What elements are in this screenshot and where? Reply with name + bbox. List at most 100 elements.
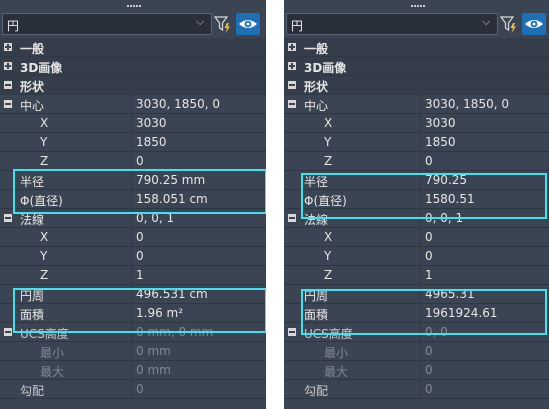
property-row[interactable]: Y0 bbox=[0, 247, 266, 266]
property-name: 中心 bbox=[304, 99, 329, 113]
property-name: 3D画像 bbox=[304, 61, 347, 75]
column-divider bbox=[0, 342, 132, 360]
expand-icon[interactable] bbox=[4, 62, 12, 70]
property-name: 形状 bbox=[20, 80, 45, 94]
chevron-down-icon: ⌵ bbox=[196, 15, 205, 28]
chevron-down-icon: ⌵ bbox=[482, 15, 491, 28]
property-name: 最小 bbox=[40, 346, 65, 360]
highlight-box bbox=[301, 173, 547, 219]
property-row[interactable]: 最大 0 mm bbox=[0, 361, 266, 380]
property-row[interactable]: Z1 bbox=[284, 266, 549, 285]
property-row[interactable]: 最小 0 mm bbox=[0, 342, 266, 361]
column-divider bbox=[284, 228, 421, 246]
panel-grip[interactable] bbox=[0, 0, 266, 12]
property-row[interactable]: 中心 3030, 1850, 0 bbox=[0, 95, 266, 114]
expand-icon[interactable] bbox=[288, 43, 296, 51]
category-row[interactable]: 形状 bbox=[0, 76, 266, 95]
highlight-box bbox=[13, 169, 266, 214]
object-type-select[interactable]: 円 ⌵ bbox=[286, 13, 498, 35]
property-grid: 一般 3D画像 形状 中心 3030, 1850, 0 X 3030 Y 1850 Z 0 半径 790… bbox=[0, 38, 266, 399]
column-divider bbox=[0, 133, 132, 151]
category-row[interactable]: 3D画像 bbox=[0, 57, 266, 76]
column-divider bbox=[0, 152, 132, 170]
property-row[interactable]: 最大 0 bbox=[284, 361, 549, 380]
property-row[interactable]: X0 bbox=[284, 228, 549, 247]
property-value: 0 bbox=[425, 382, 433, 396]
highlight-box bbox=[13, 288, 266, 333]
property-value[interactable]: 0 bbox=[425, 154, 433, 168]
column-divider bbox=[0, 361, 132, 379]
property-name: Z bbox=[40, 268, 49, 282]
category-row[interactable]: 3D画像 bbox=[284, 57, 549, 76]
collapse-icon[interactable] bbox=[4, 81, 12, 89]
property-value[interactable]: 1 bbox=[136, 268, 144, 282]
property-name: X bbox=[40, 116, 49, 130]
property-name: 最大 bbox=[40, 365, 65, 379]
property-row[interactable]: Y 1850 bbox=[0, 133, 266, 152]
panel-grip[interactable] bbox=[284, 0, 549, 12]
filter-lightning-icon[interactable] bbox=[214, 14, 232, 34]
property-value: 0 mm bbox=[136, 344, 171, 358]
property-value[interactable]: 0 bbox=[136, 249, 144, 263]
property-name: Y bbox=[40, 249, 48, 263]
property-value[interactable]: 1850 bbox=[425, 135, 456, 149]
property-row[interactable]: Z1 bbox=[0, 266, 266, 285]
property-value: 0 bbox=[425, 363, 433, 377]
expand-icon[interactable] bbox=[288, 62, 296, 70]
collapse-icon[interactable] bbox=[4, 100, 12, 108]
category-row[interactable]: 形状 bbox=[284, 76, 549, 95]
eye-visibility-icon[interactable] bbox=[236, 13, 260, 35]
highlight-box bbox=[301, 289, 547, 335]
eye-visibility-icon[interactable] bbox=[522, 13, 546, 35]
property-value[interactable]: 3030, 1850, 0 bbox=[425, 97, 509, 111]
collapse-icon[interactable] bbox=[288, 328, 296, 336]
property-row[interactable]: X 3030 bbox=[284, 114, 549, 133]
property-name: Z bbox=[324, 268, 333, 282]
property-value[interactable]: 1 bbox=[425, 268, 433, 282]
property-value[interactable]: 0 bbox=[136, 230, 144, 244]
property-name: 最大 bbox=[324, 365, 349, 379]
property-name: Z bbox=[324, 154, 333, 168]
property-row[interactable]: X0 bbox=[0, 228, 266, 247]
category-row[interactable]: 一般 bbox=[0, 38, 266, 57]
column-divider bbox=[284, 114, 421, 132]
property-value[interactable]: 1850 bbox=[136, 135, 167, 149]
filter-lightning-icon[interactable] bbox=[500, 14, 518, 34]
property-row[interactable]: Y0 bbox=[284, 247, 549, 266]
column-divider bbox=[0, 266, 132, 284]
property-name: 一般 bbox=[20, 42, 45, 56]
column-divider bbox=[284, 361, 421, 379]
property-row[interactable]: 中心 3030, 1850, 0 bbox=[284, 95, 549, 114]
collapse-icon[interactable] bbox=[288, 214, 296, 222]
property-value[interactable]: 3030, 1850, 0 bbox=[136, 97, 220, 111]
property-value[interactable]: 3030 bbox=[425, 116, 456, 130]
property-row[interactable]: Z0 bbox=[284, 152, 549, 171]
column-divider bbox=[284, 247, 421, 265]
property-row[interactable]: 最小 0 bbox=[284, 342, 549, 361]
property-name: 勾配 bbox=[304, 384, 329, 398]
property-value: 0 bbox=[425, 344, 433, 358]
property-value: 0 mm bbox=[136, 363, 171, 377]
collapse-icon[interactable] bbox=[4, 214, 12, 222]
property-value[interactable]: 3030 bbox=[136, 116, 167, 130]
collapse-icon[interactable] bbox=[4, 328, 12, 336]
expand-icon[interactable] bbox=[4, 43, 12, 51]
property-row[interactable]: X 3030 bbox=[0, 114, 266, 133]
column-divider bbox=[284, 152, 421, 170]
property-row[interactable]: 勾配 0 bbox=[0, 380, 266, 399]
property-row[interactable]: Y 1850 bbox=[284, 133, 549, 152]
property-row[interactable]: 勾配 0 bbox=[284, 380, 549, 399]
collapse-icon[interactable] bbox=[288, 81, 296, 89]
category-row[interactable]: 一般 bbox=[284, 38, 549, 57]
column-divider bbox=[284, 266, 421, 284]
object-type-select[interactable]: 円 ⌵ bbox=[2, 13, 212, 35]
collapse-icon[interactable] bbox=[288, 100, 296, 108]
property-name: 3D画像 bbox=[20, 61, 63, 75]
property-value[interactable]: 0 bbox=[425, 249, 433, 263]
property-value[interactable]: 0 bbox=[136, 154, 144, 168]
property-name: 中心 bbox=[20, 99, 45, 113]
property-name: Y bbox=[324, 249, 332, 263]
property-name: 勾配 bbox=[20, 384, 45, 398]
column-divider bbox=[0, 228, 132, 246]
property-value[interactable]: 0 bbox=[425, 230, 433, 244]
